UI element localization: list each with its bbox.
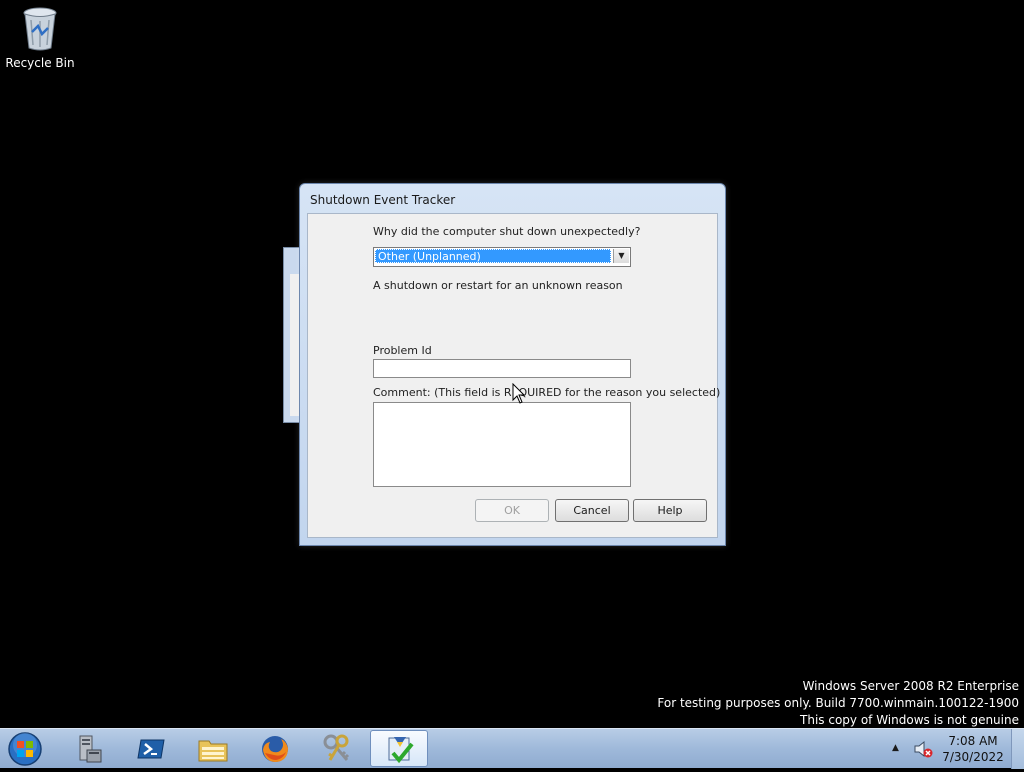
- dialog-client: Why did the computer shut down unexpecte…: [307, 213, 721, 538]
- windows-watermark: Windows Server 2008 R2 Enterprise For te…: [657, 678, 1019, 729]
- start-orb-icon[interactable]: [6, 730, 44, 768]
- dialog-title: Shutdown Event Tracker: [310, 193, 456, 207]
- mouse-pointer-icon: [512, 383, 526, 404]
- recycle-bin-label: Recycle Bin: [5, 56, 75, 70]
- powershell-icon: [137, 739, 165, 759]
- reason-description: A shutdown or restart for an unknown rea…: [373, 279, 623, 292]
- taskbar-explorer[interactable]: [184, 730, 242, 767]
- help-button[interactable]: Help: [633, 499, 707, 522]
- desktop-icon-recycle-bin[interactable]: Recycle Bin: [4, 6, 76, 70]
- keys-tool-icon: [323, 734, 350, 761]
- desktop: Recycle Bin Shutdown Event Tracker Why d…: [0, 0, 1024, 728]
- clock-time: 7:08 AM: [948, 734, 998, 748]
- problem-id-input[interactable]: [373, 359, 631, 378]
- chevron-down-icon[interactable]: ▼: [613, 249, 629, 263]
- reason-dropdown[interactable]: Other (Unplanned) ▼: [373, 247, 631, 267]
- recycle-bin-icon: [22, 6, 58, 52]
- comment-label: Comment: (This field is REQUIRED for the…: [373, 386, 721, 399]
- shutdown-event-tracker-dialog: Shutdown Event Tracker Why did the compu…: [299, 183, 726, 546]
- watermark-genuine: This copy of Windows is not genuine: [800, 713, 1019, 727]
- taskbar-server-manager[interactable]: [60, 730, 118, 767]
- show-hidden-icons-arrow[interactable]: ▲: [892, 743, 899, 753]
- problem-id-label: Problem Id: [373, 344, 432, 357]
- comment-textarea[interactable]: [373, 402, 631, 487]
- ok-button[interactable]: OK: [475, 499, 549, 522]
- taskbar: ▲ 7:08 AM 7/30/2022: [0, 728, 1024, 769]
- taskbar-powershell[interactable]: [122, 730, 180, 767]
- cancel-button[interactable]: Cancel: [555, 499, 629, 522]
- clock-date: 7/30/2022: [942, 750, 1004, 764]
- shutdown-question: Why did the computer shut down unexpecte…: [373, 225, 641, 238]
- watermark-edition: Windows Server 2008 R2 Enterprise: [802, 679, 1019, 693]
- taskbar-shutdown-event-tracker[interactable]: [370, 730, 428, 767]
- watermark-build: For testing purposes only. Build 7700.wi…: [657, 696, 1019, 710]
- taskbar-firefox[interactable]: [246, 730, 304, 767]
- taskbar-keys-tool[interactable]: [308, 730, 366, 767]
- reason-selected-value: Other (Unplanned): [375, 249, 611, 263]
- server-manager-icon: [79, 735, 102, 763]
- firefox-icon: [262, 736, 288, 762]
- shutdown-event-tracker-icon: [388, 737, 414, 764]
- file-explorer-icon: [198, 740, 228, 762]
- show-desktop-button[interactable]: [1011, 729, 1024, 769]
- sound-muted-icon[interactable]: [913, 739, 933, 763]
- taskbar-clock[interactable]: 7:08 AM 7/30/2022: [940, 733, 1006, 765]
